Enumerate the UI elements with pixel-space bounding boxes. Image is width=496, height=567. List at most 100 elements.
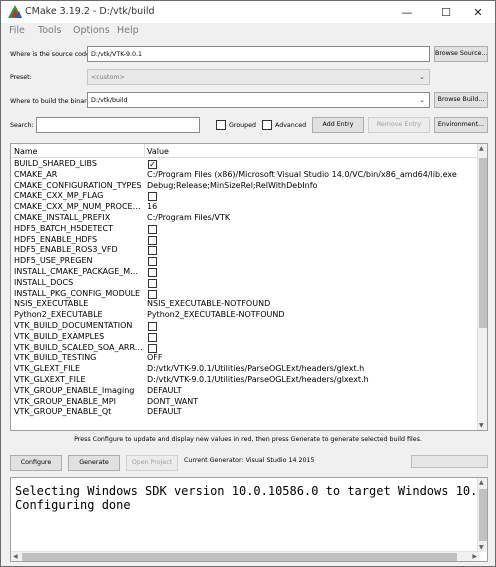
close-button[interactable]: ✕: [461, 1, 495, 23]
cache-entry-checkbox[interactable]: [148, 267, 157, 277]
table-row[interactable]: BUILD_SHARED_LIBS ✓: [11, 159, 478, 170]
scroll-down-icon[interactable]: ▼: [479, 422, 484, 429]
column-divider[interactable]: [144, 144, 145, 158]
table-row[interactable]: HDF5_ENABLE_ROS3_VFD: [11, 245, 478, 256]
cache-entry-checkbox[interactable]: [148, 235, 157, 245]
table-scrollbar[interactable]: ▲ ▼: [477, 144, 487, 430]
cache-entry-value[interactable]: OFF: [147, 353, 475, 364]
table-row[interactable]: VTK_BUILD_EXAMPLES: [11, 332, 478, 343]
table-row[interactable]: CMAKE_CXX_MP_FLAG: [11, 191, 478, 202]
cache-entry-checkbox[interactable]: [148, 343, 157, 353]
build-dir-label: Where to build the binaries:: [10, 98, 98, 105]
table-body: BUILD_SHARED_LIBS ✓ CMAKE_AR C:/Program Fil…: [11, 159, 478, 418]
cache-entry-checkbox[interactable]: [148, 246, 157, 256]
cache-entry-name: VTK_BUILD_DOCUMENTATION: [14, 320, 133, 330]
add-entry-button[interactable]: Add Entry: [312, 117, 364, 133]
output-log[interactable]: Selecting Windows SDK version 10.0.10586…: [10, 477, 488, 562]
cache-entry-checkbox[interactable]: [148, 192, 157, 202]
table-row[interactable]: Python2_EXECUTABLE Python2_EXECUTABLE-NOT…: [11, 310, 478, 321]
cache-entry-value[interactable]: Debug;Release;MinSizeRel;RelWithDebInfo: [147, 181, 475, 192]
cache-entry-value[interactable]: DEFAULT: [147, 386, 475, 397]
grouped-checkbox[interactable]: [216, 120, 226, 130]
cache-entry-name: VTK_BUILD_EXAMPLES: [14, 331, 105, 341]
generate-button[interactable]: Generate: [68, 455, 120, 471]
table-row[interactable]: VTK_GROUP_ENABLE_Qt DEFAULT: [11, 407, 478, 418]
table-row[interactable]: HDF5_BATCH_H5DETECT: [11, 224, 478, 235]
table-row[interactable]: CMAKE_INSTALL_PREFIX C:/Program Files/VTK: [11, 213, 478, 224]
output-line: Configuring done: [15, 498, 131, 512]
table-row[interactable]: VTK_GLXEXT_FILE D:/vtk/VTK-9.0.1/Utilitie…: [11, 375, 478, 386]
cache-entry-value[interactable]: C:/Program Files (x86)/Microsoft Visual …: [147, 170, 475, 181]
table-row[interactable]: VTK_BUILD_TESTING OFF: [11, 353, 478, 364]
scroll-down-icon[interactable]: ▼: [479, 544, 484, 551]
table-row[interactable]: INSTALL_DOCS: [11, 278, 478, 289]
menu-options[interactable]: Options: [73, 25, 110, 36]
scroll-up-icon[interactable]: ▲: [479, 145, 484, 152]
cache-entry-checkbox[interactable]: [148, 321, 157, 331]
table-row[interactable]: VTK_GLEXT_FILE D:/vtk/VTK-9.0.1/Utilities…: [11, 364, 478, 375]
advanced-checkbox[interactable]: [262, 120, 272, 130]
cache-entry-value[interactable]: 16: [147, 202, 475, 213]
cache-entry-name: Python2_EXECUTABLE: [14, 310, 103, 320]
minimize-button[interactable]: —: [390, 1, 424, 23]
menu-bar: File Tools Options Help: [1, 23, 495, 39]
table-row[interactable]: VTK_GROUP_ENABLE_Imaging DEFAULT: [11, 386, 478, 397]
maximize-button[interactable]: ☐: [429, 1, 463, 23]
cache-entry-value[interactable]: NSIS_EXECUTABLE-NOTFOUND: [147, 299, 475, 310]
menu-help[interactable]: Help: [117, 25, 139, 36]
cache-entry-value[interactable]: C:/Program Files/VTK: [147, 213, 475, 224]
table-row[interactable]: CMAKE_CONFIGURATION_TYPES Debug;Release;M…: [11, 181, 478, 192]
environment-button[interactable]: Environment...: [434, 117, 488, 133]
scrollbar-thumb[interactable]: [22, 553, 457, 561]
table-row[interactable]: HDF5_USE_PREGEN: [11, 256, 478, 267]
cache-entry-checkbox[interactable]: [148, 224, 157, 234]
cache-entry-value[interactable]: DONT_WANT: [147, 397, 475, 408]
table-row[interactable]: CMAKE_CXX_MP_NUM_PROCESSORS 16: [11, 202, 478, 213]
cache-entry-name: INSTALL_CMAKE_PACKAGE_MODULE: [14, 266, 143, 276]
menu-tools[interactable]: Tools: [38, 25, 61, 36]
output-horizontal-scrollbar[interactable]: ◀ ▶: [11, 551, 479, 561]
scroll-left-icon[interactable]: ◀: [13, 553, 18, 560]
table-row[interactable]: INSTALL_CMAKE_PACKAGE_MODULE: [11, 267, 478, 278]
table-row[interactable]: INSTALL_PKG_CONFIG_MODULE: [11, 289, 478, 300]
preset-select[interactable]: <custom> ⌄: [87, 69, 430, 85]
preset-value: <custom>: [91, 74, 125, 81]
remove-entry-button[interactable]: Remove Entry: [368, 117, 430, 133]
scrollbar-thumb[interactable]: [479, 158, 487, 328]
build-dir-input[interactable]: D:/vtk/build ⌄: [87, 92, 430, 108]
cache-entry-value[interactable]: Python2_EXECUTABLE-NOTFOUND: [147, 310, 475, 321]
cache-entry-checkbox[interactable]: [148, 278, 157, 288]
cache-entry-name: HDF5_USE_PREGEN: [14, 256, 93, 266]
column-header-value: Value: [147, 147, 169, 156]
source-label: Where is the source code:: [10, 51, 93, 58]
browse-source-button[interactable]: Browse Source...: [434, 46, 488, 62]
cache-entry-checkbox[interactable]: [148, 332, 157, 342]
cache-entry-checkbox[interactable]: [148, 257, 157, 267]
cache-entry-value[interactable]: DEFAULT: [147, 407, 475, 418]
table-row[interactable]: HDF5_ENABLE_HDFS: [11, 235, 478, 246]
cache-entry-value[interactable]: D:/vtk/VTK-9.0.1/Utilities/ParseOGLExt/h…: [147, 364, 475, 375]
open-project-button[interactable]: Open Project: [126, 455, 178, 471]
table-row[interactable]: CMAKE_AR C:/Program Files (x86)/Microsoft…: [11, 170, 478, 181]
cache-entry-checkbox[interactable]: [148, 289, 157, 299]
browse-build-button[interactable]: Browse Build...: [434, 92, 488, 108]
table-row[interactable]: VTK_GROUP_ENABLE_MPI DONT_WANT: [11, 397, 478, 408]
cache-entry-value[interactable]: D:/vtk/VTK-9.0.1/Utilities/ParseOGLExt/h…: [147, 375, 475, 386]
scroll-right-icon[interactable]: ▶: [472, 553, 477, 560]
scroll-up-icon[interactable]: ▲: [479, 479, 484, 486]
table-row[interactable]: VTK_BUILD_DOCUMENTATION: [11, 321, 478, 332]
output-line: Selecting Windows SDK version 10.0.10586…: [15, 484, 488, 498]
menu-file[interactable]: File: [9, 25, 25, 36]
table-row[interactable]: VTK_BUILD_SCALED_SOA_ARRAYS: [11, 343, 478, 354]
table-row[interactable]: NSIS_EXECUTABLE NSIS_EXECUTABLE-NOTFOUND: [11, 299, 478, 310]
chevron-down-icon: ⌄: [419, 96, 425, 104]
output-vertical-scrollbar[interactable]: ▲ ▼: [477, 478, 487, 552]
cmake-logo-icon: [8, 5, 22, 18]
cache-entry-checkbox[interactable]: ✓: [148, 160, 157, 169]
scrollbar-thumb[interactable]: [479, 489, 487, 541]
title-bar[interactable]: CMake 3.19.2 - D:/vtk/build — ☐ ✕: [1, 1, 495, 23]
configure-button[interactable]: Configure: [10, 455, 62, 471]
cache-table[interactable]: Name Value BUILD_SHARED_LIBS ✓ CMAKE_AR C:/…: [10, 143, 488, 431]
source-path-input[interactable]: D:/vtk/VTK-9.0.1: [87, 46, 430, 62]
search-input[interactable]: [36, 117, 200, 133]
